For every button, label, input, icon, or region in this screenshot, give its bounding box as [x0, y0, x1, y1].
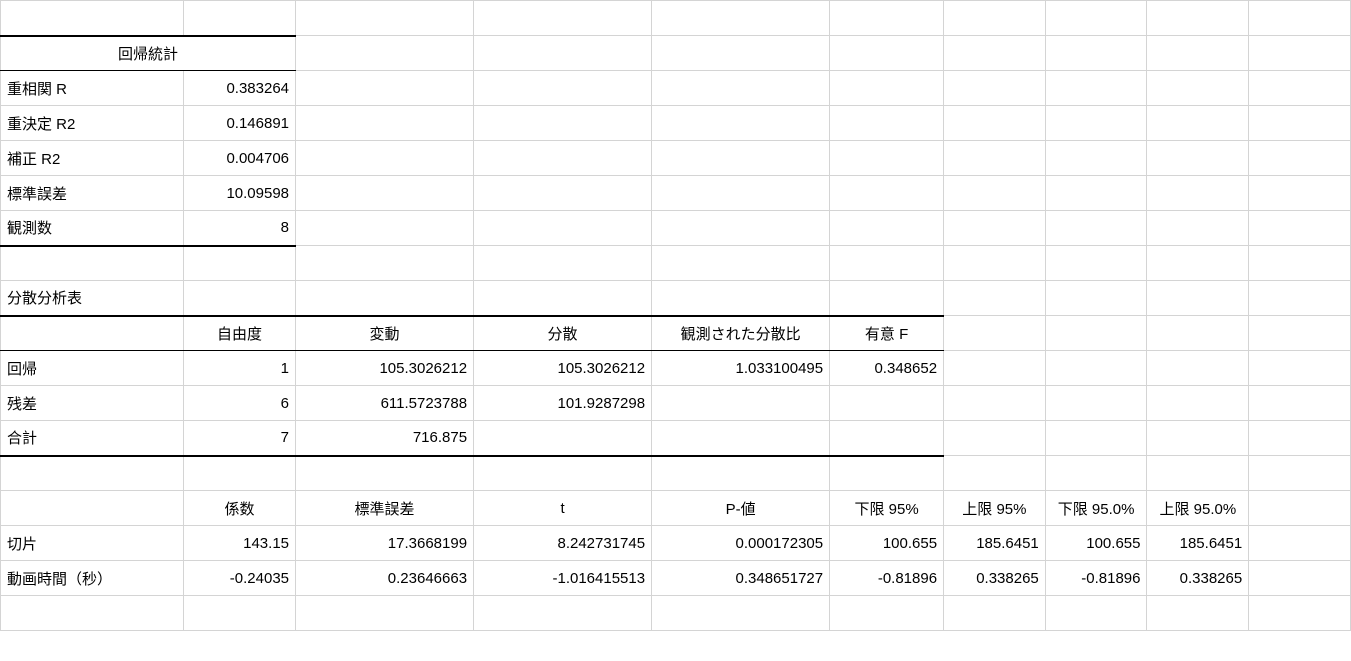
anova-value — [652, 421, 830, 456]
coef-label: 動画時間（秒） — [1, 561, 184, 596]
table-row[interactable]: 動画時間（秒） -0.24035 0.23646663 -1.016415513… — [1, 561, 1351, 596]
coef-value: 185.6451 — [944, 526, 1046, 561]
anova-value: 101.9287298 — [474, 386, 652, 421]
anova-value: 1.033100495 — [652, 351, 830, 386]
table-row[interactable]: 回帰 1 105.3026212 105.3026212 1.033100495… — [1, 351, 1351, 386]
anova-value: 0.348652 — [830, 351, 944, 386]
anova-f-header: 観測された分散比 — [652, 316, 830, 351]
table-row[interactable] — [1, 246, 1351, 281]
anova-value: 105.3026212 — [296, 351, 474, 386]
table-row[interactable] — [1, 596, 1351, 631]
coef-header: 係数 — [184, 491, 296, 526]
coef-value: 185.6451 — [1147, 526, 1249, 561]
table-row[interactable] — [1, 1, 1351, 36]
coef-header: 上限 95.0% — [1147, 491, 1249, 526]
regression-stats-header[interactable]: 回帰統計 — [1, 36, 1351, 71]
coef-label: 切片 — [1, 526, 184, 561]
stat-value: 0.383264 — [184, 71, 296, 106]
coef-value: 17.3668199 — [296, 526, 474, 561]
anova-value: 6 — [184, 386, 296, 421]
coef-value: 0.338265 — [1147, 561, 1249, 596]
coef-value: 0.23646663 — [296, 561, 474, 596]
regression-output-table: 回帰統計 重相関 R 0.383264 重決定 R2 0.146891 補正 R… — [0, 0, 1351, 631]
anova-value — [830, 421, 944, 456]
coef-header-row[interactable]: 係数 標準誤差 t P-値 下限 95% 上限 95% 下限 95.0% 上限 … — [1, 491, 1351, 526]
table-row[interactable]: 合計 7 716.875 — [1, 421, 1351, 456]
table-row[interactable]: 観測数 8 — [1, 211, 1351, 246]
coef-value: 0.348651727 — [652, 561, 830, 596]
anova-df-header: 自由度 — [184, 316, 296, 351]
anova-value — [652, 386, 830, 421]
anova-value: 611.5723788 — [296, 386, 474, 421]
anova-label: 合計 — [1, 421, 184, 456]
coef-header: 標準誤差 — [296, 491, 474, 526]
coef-header: P-値 — [652, 491, 830, 526]
anova-ms-header: 分散 — [474, 316, 652, 351]
coef-value: 0.000172305 — [652, 526, 830, 561]
stat-label: 標準誤差 — [1, 176, 184, 211]
coef-value: 0.338265 — [944, 561, 1046, 596]
coef-value: -0.24035 — [184, 561, 296, 596]
stat-label: 観測数 — [1, 211, 184, 246]
anova-value: 1 — [184, 351, 296, 386]
anova-value: 716.875 — [296, 421, 474, 456]
stat-label: 補正 R2 — [1, 141, 184, 176]
table-row[interactable]: 切片 143.15 17.3668199 8.242731745 0.00017… — [1, 526, 1351, 561]
anova-ss-header: 変動 — [296, 316, 474, 351]
anova-label: 回帰 — [1, 351, 184, 386]
table-row[interactable]: 重相関 R 0.383264 — [1, 71, 1351, 106]
stat-value: 0.004706 — [184, 141, 296, 176]
regression-stats-title: 回帰統計 — [1, 36, 296, 71]
anova-value: 7 — [184, 421, 296, 456]
coef-header: 下限 95.0% — [1045, 491, 1147, 526]
coef-header: 下限 95% — [830, 491, 944, 526]
stat-value: 0.146891 — [184, 106, 296, 141]
stat-value: 8 — [184, 211, 296, 246]
anova-title-row[interactable]: 分散分析表 — [1, 281, 1351, 316]
table-row[interactable] — [1, 456, 1351, 491]
stat-value: 10.09598 — [184, 176, 296, 211]
anova-title: 分散分析表 — [1, 281, 184, 316]
anova-value: 105.3026212 — [474, 351, 652, 386]
coef-value: 100.655 — [830, 526, 944, 561]
table-row[interactable]: 残差 6 611.5723788 101.9287298 — [1, 386, 1351, 421]
coef-header: t — [474, 491, 652, 526]
coef-value: -0.81896 — [1045, 561, 1147, 596]
anova-sigf-header: 有意 F — [830, 316, 944, 351]
coef-value: 8.242731745 — [474, 526, 652, 561]
anova-header-row[interactable]: 自由度 変動 分散 観測された分散比 有意 F — [1, 316, 1351, 351]
coef-value: 143.15 — [184, 526, 296, 561]
anova-label: 残差 — [1, 386, 184, 421]
coef-header: 上限 95% — [944, 491, 1046, 526]
coef-value: 100.655 — [1045, 526, 1147, 561]
table-row[interactable]: 標準誤差 10.09598 — [1, 176, 1351, 211]
anova-value — [474, 421, 652, 456]
coef-value: -0.81896 — [830, 561, 944, 596]
stat-label: 重決定 R2 — [1, 106, 184, 141]
table-row[interactable]: 補正 R2 0.004706 — [1, 141, 1351, 176]
coef-value: -1.016415513 — [474, 561, 652, 596]
stat-label: 重相関 R — [1, 71, 184, 106]
table-row[interactable]: 重決定 R2 0.146891 — [1, 106, 1351, 141]
anova-value — [830, 386, 944, 421]
